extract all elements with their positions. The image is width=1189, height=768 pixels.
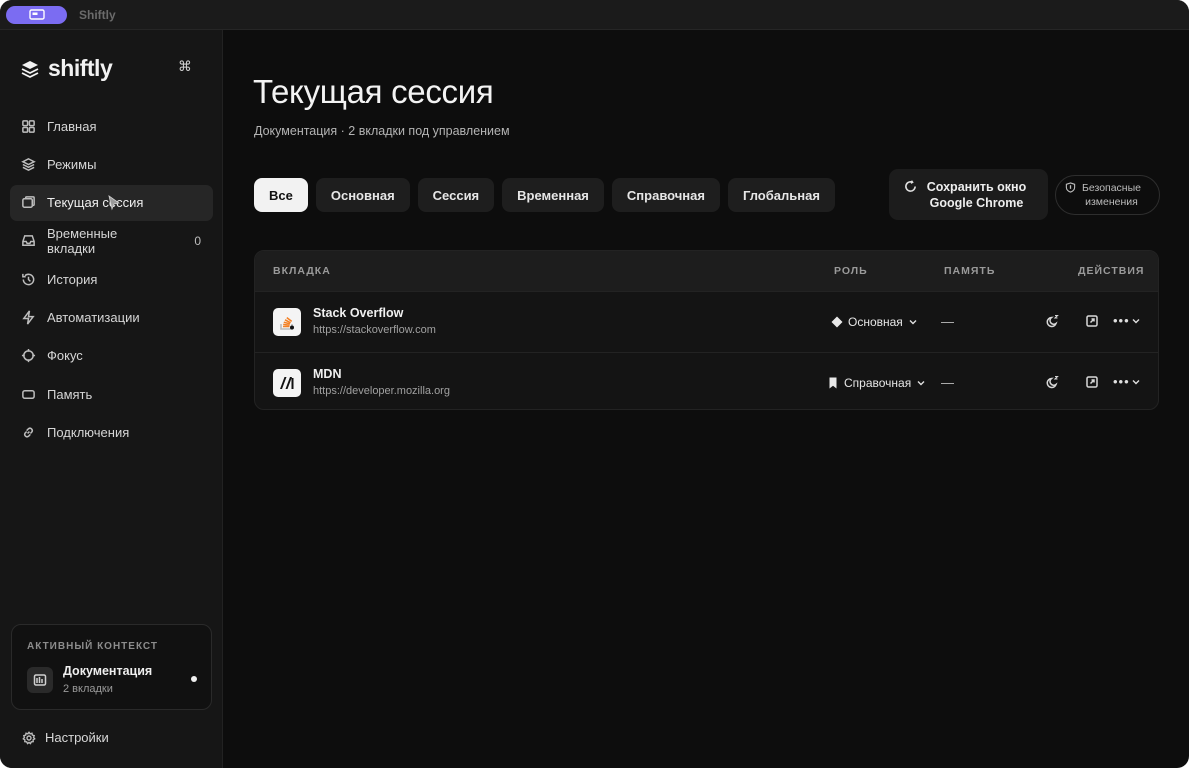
page-title: Текущая сессия	[253, 73, 494, 110]
tab-url: https://developer.mozilla.org	[313, 385, 450, 397]
grid-icon	[20, 118, 36, 134]
crosshair-icon	[20, 348, 36, 364]
sidebar-item-automations[interactable]: Автоматизации	[10, 299, 213, 335]
sidebar-item-temporary-tabs[interactable]: Временные вкладки 0	[10, 223, 213, 259]
title-bar: Shiftly	[0, 0, 1189, 30]
safe-changes-label: Безопасные изменения	[1082, 182, 1141, 208]
header-role: РОЛЬ	[834, 265, 868, 277]
filter-all[interactable]: Все	[254, 178, 308, 212]
sidebar-item-label: История	[47, 271, 98, 287]
open-external-icon[interactable]	[1084, 313, 1100, 329]
window-pill-button[interactable]	[6, 6, 67, 24]
mouse-cursor-icon	[108, 194, 120, 210]
table-row[interactable]: Stack Overflow https://stackoverflow.com…	[255, 291, 1158, 352]
open-external-icon[interactable]	[1084, 374, 1100, 390]
mdn-icon	[273, 369, 301, 397]
command-icon[interactable]: ⌘	[178, 58, 192, 75]
active-context-name: Документация	[63, 664, 153, 678]
tab-title: MDN	[313, 367, 342, 381]
diamond-icon	[831, 316, 843, 328]
active-context-sub: 2 вкладки	[63, 683, 113, 695]
sidebar-item-label: Подключения	[47, 424, 130, 440]
layers-icon	[20, 156, 36, 172]
role-dropdown[interactable]: Основная	[831, 315, 917, 329]
header-actions: ДЕЙСТВИЯ	[1078, 265, 1145, 277]
refresh-icon	[905, 180, 916, 192]
filter-main[interactable]: Основная	[315, 178, 410, 212]
chevron-down-icon	[909, 320, 917, 325]
app-logo[interactable]: shiftly	[20, 55, 113, 82]
more-actions-button[interactable]: •••	[1113, 374, 1140, 389]
settings-button[interactable]: Настройки	[22, 730, 109, 745]
chevron-down-icon	[917, 381, 925, 386]
tabs-table: ВКЛАДКА РОЛЬ ПАМЯТЬ ДЕЙСТВИЯ Stack Overf…	[254, 250, 1159, 410]
window-title: Shiftly	[79, 8, 116, 22]
memory-value: —	[941, 375, 954, 390]
filter-temporary[interactable]: Временная	[502, 178, 604, 212]
role-label: Справочная	[844, 376, 912, 390]
tab-title: Stack Overflow	[313, 306, 404, 320]
role-label: Основная	[848, 315, 903, 329]
sidebar-item-label: Главная	[47, 118, 97, 134]
table-header: ВКЛАДКА РОЛЬ ПАМЯТЬ ДЕЙСТВИЯ	[255, 251, 1158, 291]
sidebar-item-label: Режимы	[47, 156, 97, 172]
active-context-card[interactable]: АКТИВНЫЙ КОНТЕКСТ Документация 2 вкладки	[11, 624, 212, 710]
app-window: Shiftly shiftly ⌘ Главная Режимы Текущая…	[0, 0, 1189, 768]
sidebar-item-memory[interactable]: Память	[10, 376, 213, 412]
filter-global[interactable]: Глобальная	[727, 178, 835, 212]
bookmark-icon	[829, 377, 837, 389]
table-row[interactable]: MDN https://developer.mozilla.org Справо…	[255, 352, 1158, 409]
chevron-down-icon	[1132, 318, 1140, 323]
library-icon	[27, 667, 53, 693]
active-context-indicator	[191, 676, 197, 682]
link-icon	[20, 424, 36, 440]
sleep-icon[interactable]	[1045, 313, 1061, 329]
page-subtitle: Документация · 2 вкладки под управлением	[254, 124, 510, 138]
filter-reference[interactable]: Справочная	[611, 178, 720, 212]
monitor-icon	[28, 9, 45, 20]
shield-icon	[1065, 182, 1076, 193]
history-icon	[20, 271, 36, 287]
inbox-icon	[20, 233, 36, 249]
save-chrome-window-button[interactable]: Сохранить окно Google Chrome	[889, 169, 1048, 220]
bolt-icon	[20, 309, 36, 325]
sleep-icon[interactable]	[1045, 374, 1061, 390]
temporary-tabs-count: 0	[194, 233, 201, 248]
sidebar-item-modes[interactable]: Режимы	[10, 146, 213, 182]
sidebar-item-current-session[interactable]: Текущая сессия	[10, 184, 213, 221]
filter-session[interactable]: Сессия	[417, 178, 495, 212]
sidebar-nav: Главная Режимы Текущая сессия Временные …	[10, 108, 213, 453]
gear-icon	[22, 730, 36, 745]
ellipsis-icon: •••	[1113, 313, 1130, 328]
sidebar-item-connections[interactable]: Подключения	[10, 414, 213, 450]
save-button-label: Сохранить окно Google Chrome	[926, 179, 1027, 210]
memory-value: —	[941, 314, 954, 329]
sidebar-item-label: Фокус	[47, 348, 83, 364]
logo-text: shiftly	[48, 55, 113, 81]
ellipsis-icon: •••	[1113, 374, 1130, 389]
active-context-label: АКТИВНЫЙ КОНТЕКСТ	[27, 641, 159, 652]
settings-label: Настройки	[45, 730, 109, 745]
sidebar-item-label: Автоматизации	[47, 309, 140, 325]
safe-changes-button[interactable]: Безопасные изменения	[1055, 175, 1160, 215]
header-tab: ВКЛАДКА	[273, 265, 331, 277]
chevron-down-icon	[1132, 379, 1140, 384]
layers-logo-icon	[21, 60, 39, 78]
tab-url: https://stackoverflow.com	[313, 324, 436, 336]
role-dropdown[interactable]: Справочная	[827, 376, 925, 390]
sidebar-item-focus[interactable]: Фокус	[10, 338, 213, 374]
sidebar-item-home[interactable]: Главная	[10, 108, 213, 144]
sidebar-item-label: Память	[47, 386, 93, 402]
sidebar: shiftly ⌘ Главная Режимы Текущая сессия …	[0, 30, 223, 768]
main-content: Текущая сессия Документация · 2 вкладки …	[224, 30, 1189, 768]
role-filter-tabs: Все Основная Сессия Временная Справочная…	[254, 178, 835, 212]
sidebar-item-label: Текущая сессия	[47, 195, 144, 211]
windows-icon	[20, 195, 36, 211]
sidebar-item-history[interactable]: История	[10, 261, 213, 297]
memory-icon	[20, 386, 36, 402]
sidebar-item-label: Временные вкладки	[47, 225, 118, 256]
header-memory: ПАМЯТЬ	[944, 265, 996, 277]
more-actions-button[interactable]: •••	[1113, 313, 1140, 328]
stackoverflow-icon	[273, 308, 301, 336]
